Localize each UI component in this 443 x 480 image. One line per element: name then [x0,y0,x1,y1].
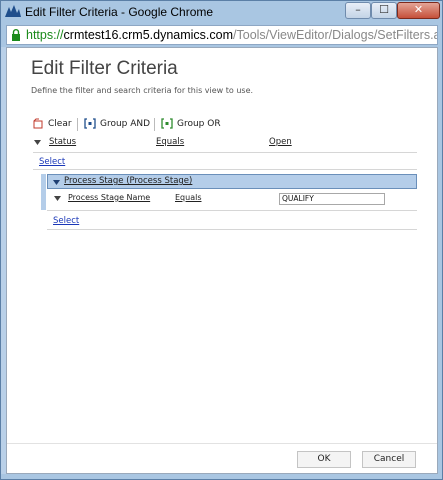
group-or-icon [161,118,173,129]
chevron-down-icon[interactable] [54,196,61,201]
toolbar-divider [77,118,78,131]
cancel-button[interactable]: Cancel [362,451,416,468]
page-description: Define the filter and search criteria fo… [31,86,254,95]
select-field-link[interactable]: Select [53,216,79,226]
filter-value-input[interactable]: QUALIFY [279,193,385,205]
row-divider [47,210,417,211]
row-divider [33,152,417,153]
filter-field-status[interactable]: Status [49,137,76,147]
filter-operator-equals[interactable]: Equals [175,193,202,202]
group-or-label: Group OR [177,118,221,129]
clear-label: Clear [48,118,72,129]
group-and-button[interactable]: Group AND [84,118,150,129]
clear-icon [33,118,43,129]
maximize-button[interactable]: ☐ [371,2,397,19]
chevron-down-icon[interactable] [53,180,60,185]
address-bar[interactable]: https://crmtest16.crm5.dynamics.com/Tool… [6,25,438,45]
group-and-label: Group AND [100,118,151,129]
minimize-button[interactable]: – [345,2,371,19]
filter-value-open[interactable]: Open [269,137,292,147]
dynamics-logo-icon [5,5,21,17]
window-title: Edit Filter Criteria - Google Chrome [25,5,214,19]
filter-operator-equals[interactable]: Equals [156,137,184,147]
select-field-link[interactable]: Select [39,157,65,167]
toolbar-divider [154,118,155,131]
url-scheme: https:// [26,28,64,42]
group-and-icon [84,118,96,129]
title-bar: Edit Filter Criteria - Google Chrome – ☐… [1,1,442,23]
url-host: crmtest16.crm5.dynamics.com [63,28,234,42]
page-title: Edit Filter Criteria [31,58,178,79]
row-divider [47,229,417,230]
lock-icon [12,29,20,41]
chevron-down-icon[interactable] [34,140,41,145]
footer-divider [7,443,437,444]
group-or-button[interactable]: Group OR [161,118,221,129]
clear-button[interactable]: Clear [33,118,72,129]
url-path: /Tools/ViewEditor/Dialogs/SetFilters.asp… [233,28,438,42]
dialog-content: Edit Filter Criteria Define the filter a… [6,47,438,474]
browser-window: Edit Filter Criteria - Google Chrome – ☐… [0,0,443,480]
close-button[interactable]: ✕ [397,2,440,19]
related-entity-label[interactable]: Process Stage (Process Stage) [64,176,192,186]
related-entity-group-header[interactable]: Process Stage (Process Stage) [47,174,417,189]
filter-field-process-stage-name[interactable]: Process Stage Name [68,193,150,202]
url-text: https://crmtest16.crm5.dynamics.com/Tool… [26,26,438,44]
row-divider [33,169,417,170]
group-indent-bar [41,174,46,210]
ok-button[interactable]: OK [297,451,351,468]
